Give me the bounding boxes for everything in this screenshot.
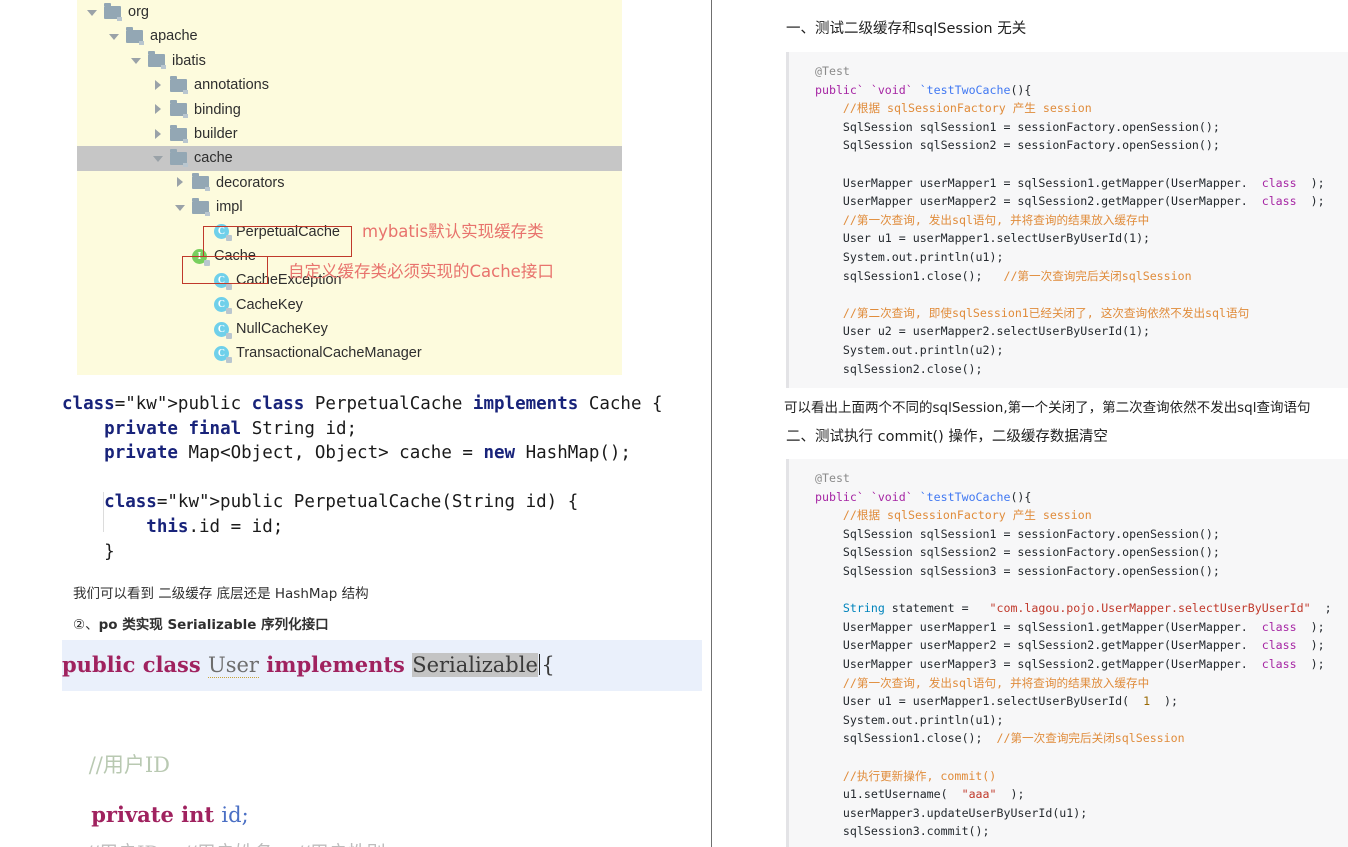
folder-icon — [192, 197, 210, 216]
screenshot-page: org apache ibatis annotations binding builder… — [0, 0, 1348, 847]
chevron-down-icon[interactable] — [131, 55, 142, 66]
java-interface-icon: I — [192, 248, 210, 266]
project-tree-panel: org apache ibatis annotations binding builder… — [77, 0, 622, 375]
note-serializable: ②、po 类实现 Serializable 序列化接口 — [73, 613, 329, 633]
tree-item-label: PerpetualCache — [236, 223, 340, 240]
chevron-down-icon[interactable] — [153, 153, 164, 164]
tree-item-ibatis[interactable]: ibatis — [77, 49, 622, 73]
tree-item-builder[interactable]: builder — [77, 122, 622, 146]
java-class-icon: C — [214, 321, 232, 339]
tree-item-label: Cache — [214, 247, 256, 264]
tree-item-nullcachekey[interactable]: C NullCacheKey — [77, 317, 622, 341]
tree-item-label: NullCacheKey — [236, 321, 328, 338]
code-block-test-commit: @Test public` `void` `testTwoCache(){ //… — [786, 459, 1348, 847]
chevron-down-icon[interactable] — [175, 202, 186, 213]
note-serializable-bold: po 类实现 Serializable 序列化接口 — [98, 617, 329, 633]
tree-item-label: impl — [216, 199, 243, 216]
folder-icon — [170, 149, 188, 168]
folder-icon — [192, 173, 210, 192]
tree-item-annotations[interactable]: annotations — [77, 73, 622, 97]
tree-item-cachekey[interactable]: C CacheKey — [77, 293, 622, 317]
code-fold-guide — [103, 492, 104, 532]
chevron-right-icon[interactable] — [153, 104, 164, 115]
annotation-perpetualcache: mybatis默认实现缓存类 — [362, 222, 544, 241]
java-class-icon: C — [214, 297, 232, 315]
tree-item-cache[interactable]: cache — [77, 146, 622, 171]
folder-icon — [170, 75, 188, 94]
tree-item-transactionalcachemanager[interactable]: C TransactionalCacheManager — [77, 341, 622, 365]
tree-item-binding[interactable]: binding — [77, 98, 622, 122]
tree-item-label: decorators — [216, 174, 285, 191]
java-class-icon: C — [214, 346, 232, 364]
tree-item-label: org — [128, 4, 149, 20]
code-user-class: public class User implements Serializabl… — [62, 640, 702, 847]
tree-item-decorators[interactable]: decorators — [77, 171, 622, 195]
java-class-icon: C — [214, 272, 232, 290]
tree-item-label: apache — [150, 28, 198, 45]
tree-item-label: cache — [194, 150, 233, 167]
code-block-test-two-cache: @Test public` `void` `testTwoCache(){ //… — [786, 52, 1348, 389]
folder-icon — [126, 27, 144, 46]
folder-icon — [104, 2, 122, 21]
folder-icon — [148, 51, 166, 70]
chevron-down-icon[interactable] — [87, 7, 98, 18]
tree-item-label: CacheKey — [236, 296, 303, 313]
tree-item-label: ibatis — [172, 52, 206, 69]
chevron-right-icon[interactable] — [153, 79, 164, 91]
left-column: org apache ibatis annotations binding builder… — [0, 0, 711, 847]
java-class-icon: C — [214, 224, 232, 242]
chevron-right-icon[interactable] — [175, 177, 186, 188]
paragraph-explanation: 可以看出上面两个不同的sqlSession,第一个关闭了，第二次查询依然不发出s… — [784, 400, 1311, 416]
tree-item-label: annotations — [194, 77, 269, 94]
note-hashmap: 我们可以看到 二级缓存 底层还是 HashMap 结构 — [73, 586, 369, 602]
heading-test-two-cache: 一、测试二级缓存和sqlSession 无关 — [786, 21, 1027, 37]
folder-icon — [170, 124, 188, 143]
code-perpetual-cache: class="kw">public class PerpetualCache i… — [62, 394, 663, 562]
tree-item-label: builder — [194, 125, 238, 142]
tree-item-apache[interactable]: apache — [77, 24, 622, 48]
chevron-right-icon[interactable] — [153, 128, 164, 140]
note-serializable-prefix: ②、 — [73, 617, 99, 633]
tree-item-impl[interactable]: impl — [77, 195, 622, 219]
annotation-cache: 自定义缓存类必须实现的Cache接口 — [288, 262, 554, 281]
heading-test-commit: 二、测试执行 commit() 操作，二级缓存数据清空 — [786, 429, 1108, 445]
folder-icon — [170, 100, 188, 119]
tree-item-org[interactable]: org — [77, 0, 622, 24]
chevron-down-icon[interactable] — [109, 31, 120, 42]
tree-item-label: TransactionalCacheManager — [236, 345, 422, 362]
cut-off-text-row: //用户ID //用户姓名 //用户性别 — [62, 838, 662, 847]
tree-item-label: binding — [194, 101, 241, 118]
